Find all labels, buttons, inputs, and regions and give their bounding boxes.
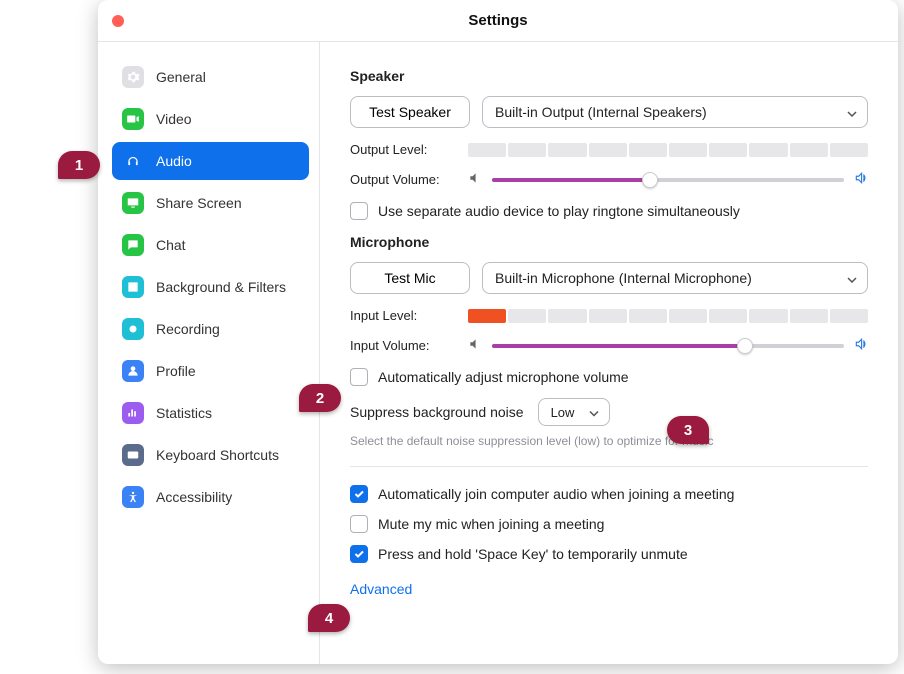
advanced-link[interactable]: Advanced: [350, 581, 412, 597]
suppress-noise-value: Low: [551, 405, 575, 420]
titlebar: Settings: [98, 0, 898, 42]
audio-settings-panel: Speaker Test Speaker Built-in Output (In…: [320, 42, 898, 664]
video-camera-icon: [122, 108, 144, 130]
mute-on-join-checkbox[interactable]: [350, 515, 368, 533]
space-unmute-label: Press and hold 'Space Key' to temporaril…: [378, 546, 688, 562]
chevron-down-icon: [847, 270, 857, 286]
speaker-section-title: Speaker: [350, 68, 868, 84]
sidebar-item-share-screen[interactable]: Share Screen: [112, 184, 309, 222]
auto-join-audio-checkbox[interactable]: [350, 485, 368, 503]
input-level-label: Input Level:: [350, 308, 468, 323]
keyboard-icon: [122, 444, 144, 466]
close-window-button[interactable]: [112, 15, 124, 27]
separate-audio-device-label: Use separate audio device to play ringto…: [378, 203, 740, 219]
annotation-marker-2: 2: [299, 384, 341, 412]
chat-bubble-icon: [122, 234, 144, 256]
sidebar: General Video Audio Share Screen: [98, 42, 320, 664]
chevron-down-icon: [847, 104, 857, 120]
sidebar-item-label: Background & Filters: [156, 279, 286, 295]
microphone-section-title: Microphone: [350, 234, 868, 250]
settings-window: Settings General Video Audio: [98, 0, 898, 664]
sidebar-item-label: Keyboard Shortcuts: [156, 447, 279, 463]
accessibility-icon: [122, 486, 144, 508]
divider: [350, 466, 868, 467]
mute-on-join-label: Mute my mic when joining a meeting: [378, 516, 604, 532]
input-level-meter: [468, 309, 868, 323]
suppress-noise-hint: Select the default noise suppression lev…: [350, 434, 868, 448]
input-volume-slider[interactable]: [492, 344, 844, 348]
sidebar-item-label: Share Screen: [156, 195, 242, 211]
speaker-loud-icon: [854, 171, 868, 188]
statistics-icon: [122, 402, 144, 424]
sidebar-item-profile[interactable]: Profile: [112, 352, 309, 390]
sidebar-item-label: Statistics: [156, 405, 212, 421]
sidebar-item-general[interactable]: General: [112, 58, 309, 96]
auto-adjust-mic-label: Automatically adjust microphone volume: [378, 369, 629, 385]
sidebar-item-label: Profile: [156, 363, 196, 379]
sidebar-item-label: Accessibility: [156, 489, 232, 505]
speaker-device-select[interactable]: Built-in Output (Internal Speakers): [482, 96, 868, 128]
speaker-mute-icon: [468, 171, 482, 188]
test-mic-button[interactable]: Test Mic: [350, 262, 470, 294]
chevron-down-icon: [589, 405, 599, 420]
sidebar-item-keyboard-shortcuts[interactable]: Keyboard Shortcuts: [112, 436, 309, 474]
background-icon: [122, 276, 144, 298]
sidebar-item-label: Video: [156, 111, 192, 127]
output-level-label: Output Level:: [350, 142, 468, 157]
separate-audio-device-checkbox[interactable]: [350, 202, 368, 220]
sidebar-item-audio[interactable]: Audio: [112, 142, 309, 180]
sidebar-item-chat[interactable]: Chat: [112, 226, 309, 264]
speaker-device-value: Built-in Output (Internal Speakers): [495, 104, 707, 120]
input-volume-label: Input Volume:: [350, 338, 468, 353]
output-volume-slider[interactable]: [492, 178, 844, 182]
auto-join-audio-label: Automatically join computer audio when j…: [378, 486, 734, 502]
gear-icon: [122, 66, 144, 88]
mic-device-select[interactable]: Built-in Microphone (Internal Microphone…: [482, 262, 868, 294]
annotation-marker-3: 3: [667, 416, 709, 444]
sidebar-item-recording[interactable]: Recording: [112, 310, 309, 348]
suppress-noise-select[interactable]: Low: [538, 398, 610, 426]
record-icon: [122, 318, 144, 340]
speaker-loud-icon: [854, 337, 868, 354]
suppress-noise-label: Suppress background noise: [350, 404, 524, 420]
page-title: Settings: [468, 12, 527, 29]
share-screen-icon: [122, 192, 144, 214]
auto-adjust-mic-checkbox[interactable]: [350, 368, 368, 386]
test-speaker-button[interactable]: Test Speaker: [350, 96, 470, 128]
sidebar-item-label: Recording: [156, 321, 220, 337]
sidebar-item-background-filters[interactable]: Background & Filters: [112, 268, 309, 306]
sidebar-item-label: General: [156, 69, 206, 85]
annotation-marker-1: 1: [58, 151, 100, 179]
output-volume-label: Output Volume:: [350, 172, 468, 187]
space-unmute-checkbox[interactable]: [350, 545, 368, 563]
sidebar-item-video[interactable]: Video: [112, 100, 309, 138]
sidebar-item-label: Audio: [156, 153, 192, 169]
sidebar-item-statistics[interactable]: Statistics: [112, 394, 309, 432]
speaker-mute-icon: [468, 337, 482, 354]
headphones-icon: [122, 150, 144, 172]
output-level-meter: [468, 143, 868, 157]
profile-icon: [122, 360, 144, 382]
mic-device-value: Built-in Microphone (Internal Microphone…: [495, 270, 752, 286]
annotation-marker-4: 4: [308, 604, 350, 632]
sidebar-item-accessibility[interactable]: Accessibility: [112, 478, 309, 516]
sidebar-item-label: Chat: [156, 237, 186, 253]
